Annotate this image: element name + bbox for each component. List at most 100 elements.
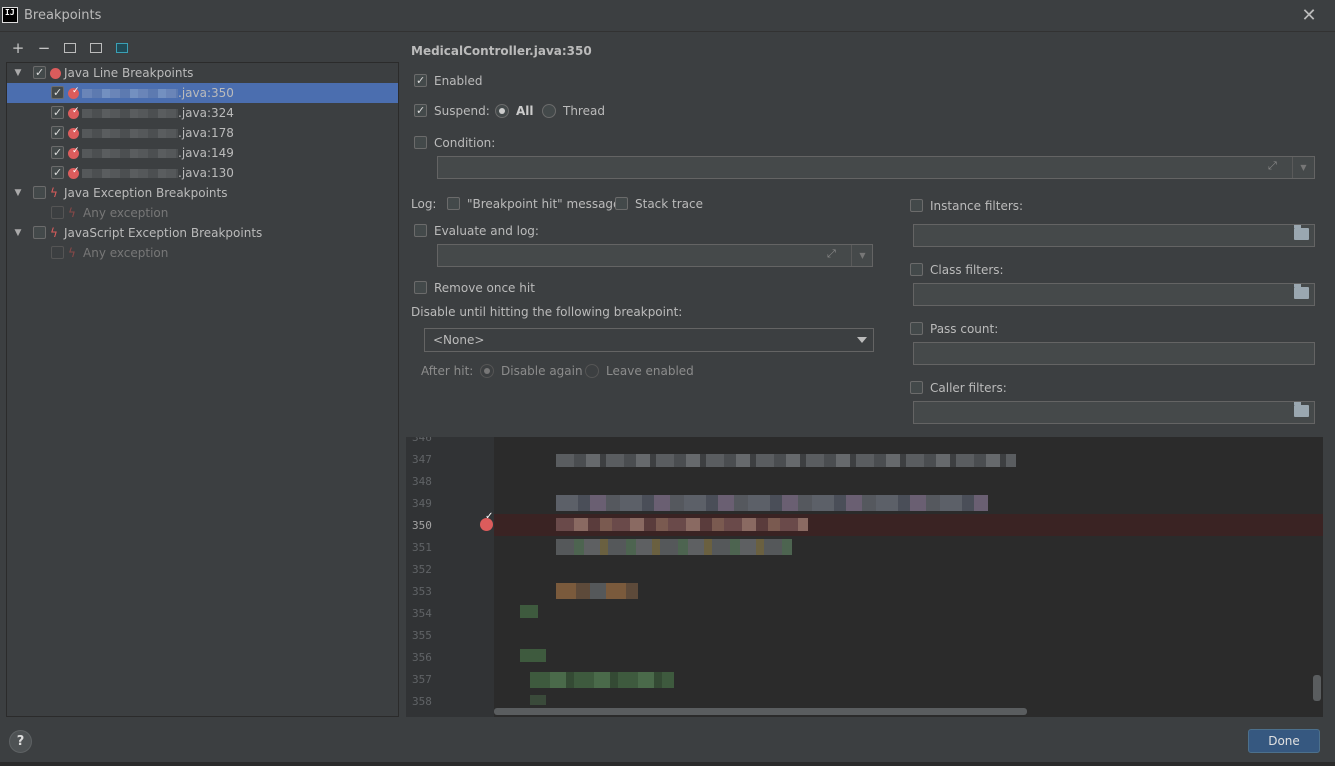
line-number: 353 (412, 585, 432, 598)
redacted-code-line (556, 495, 988, 511)
breakpoint-verified-icon (68, 141, 80, 161)
vertical-scrollbar[interactable] (1313, 675, 1321, 701)
folder-icon[interactable] (1294, 402, 1309, 417)
redacted-code-line (520, 605, 538, 618)
line-number-current: 350 (412, 519, 432, 532)
suspend-checkbox[interactable] (414, 101, 427, 121)
remove-once-hit-checkbox[interactable] (414, 281, 427, 294)
enabled-label: Enabled (434, 74, 483, 88)
expand-editor-icon[interactable]: ⤢ (827, 247, 836, 261)
gutter-breakpoint-icon[interactable] (480, 511, 493, 531)
evaluate-log-checkbox[interactable] (414, 224, 427, 237)
expand-arrow-icon[interactable]: ▼ (13, 63, 23, 83)
suspend-thread-radio[interactable] (542, 104, 556, 118)
enabled-check[interactable] (414, 71, 427, 91)
line-number: 355 (412, 629, 432, 642)
evaluate-log-input[interactable] (437, 244, 873, 267)
condition-input[interactable] (437, 156, 1315, 179)
redacted-filename (82, 169, 178, 178)
condition-history-dropdown[interactable]: ▼ (1292, 157, 1314, 178)
tree-item-label: .java:178 (178, 126, 234, 140)
condition-checkbox[interactable] (414, 136, 427, 149)
tree-group-java-exception[interactable]: ▼ ϟ Java Exception Breakpoints (7, 183, 398, 203)
tree-item-breakpoint[interactable]: .java:324 (7, 101, 398, 123)
line-number: 354 (412, 607, 432, 620)
tree-group-label: JavaScript Exception Breakpoints (64, 226, 263, 240)
add-icon[interactable]: + (8, 38, 28, 58)
horizontal-scrollbar[interactable] (494, 708, 1027, 715)
pass-count-input[interactable] (913, 342, 1315, 365)
tree-item-exception[interactable]: ϟ Any exception (7, 243, 398, 263)
disable-again-radio[interactable] (480, 364, 494, 378)
condition-checkbox-row[interactable]: Condition: (414, 133, 534, 153)
evaluate-history-dropdown[interactable]: ▼ (851, 245, 873, 266)
redacted-filename (82, 149, 178, 158)
group-checkbox[interactable] (33, 226, 46, 239)
class-filters-row[interactable]: Class filters: (910, 260, 1070, 280)
window-title: Breakpoints (24, 8, 102, 23)
log-hit-message-checkbox[interactable] (447, 197, 460, 210)
class-filters-checkbox[interactable] (910, 263, 923, 276)
folder-icon[interactable] (1294, 284, 1309, 299)
disable-until-text: Disable until hitting the following brea… (411, 305, 683, 319)
group-checkbox[interactable] (33, 186, 46, 199)
enabled-checkbox[interactable]: Enabled (414, 71, 534, 91)
breakpoint-checkbox[interactable] (51, 83, 64, 103)
tree-item-breakpoint[interactable]: .java:149 (7, 141, 398, 163)
breakpoint-checkbox[interactable] (51, 143, 64, 163)
class-filters-input[interactable] (913, 283, 1315, 306)
breakpoint-verified-icon (68, 161, 80, 181)
group-by-package-icon[interactable] (60, 38, 80, 58)
suspend-row: Suspend: All Thread (414, 101, 614, 121)
folder-icon[interactable] (1294, 225, 1309, 240)
group-by-class-icon[interactable] (112, 38, 132, 58)
instance-filters-label: Instance filters: (930, 199, 1024, 213)
tree-item-label: .java:350 (178, 86, 234, 100)
pass-count-checkbox[interactable] (910, 322, 923, 335)
help-button[interactable]: ? (9, 730, 32, 753)
log-label: Log: (411, 197, 437, 211)
breakpoint-checkbox[interactable] (51, 103, 64, 123)
caller-filters-input[interactable] (913, 401, 1315, 424)
tree-group-javascript-exception[interactable]: ▼ ϟ JavaScript Exception Breakpoints (7, 223, 398, 243)
redacted-filename (82, 129, 178, 138)
remove-once-hit-row[interactable]: Remove once hit (414, 278, 574, 298)
group-by-file-icon[interactable] (86, 38, 106, 58)
instance-filters-row[interactable]: Instance filters: (910, 196, 1070, 216)
expand-arrow-icon[interactable]: ▼ (13, 223, 23, 243)
remove-icon[interactable]: − (34, 38, 54, 58)
redacted-code-line (556, 583, 638, 599)
tree-group-java-line[interactable]: ▼ Java Line Breakpoints (7, 63, 398, 83)
tree-item-breakpoint[interactable]: .java:350 (7, 81, 398, 103)
evaluate-log-row[interactable]: Evaluate and log: (414, 221, 574, 241)
line-number: 346 (412, 437, 432, 444)
exception-checkbox[interactable] (51, 246, 64, 259)
caller-filters-row[interactable]: Caller filters: (910, 378, 1070, 398)
tree-group-label: Java Line Breakpoints (64, 66, 194, 80)
breakpoint-verified-icon (68, 81, 80, 101)
log-stack-trace-checkbox[interactable] (615, 197, 628, 210)
caller-filters-checkbox[interactable] (910, 381, 923, 394)
caller-filters-label: Caller filters: (930, 381, 1007, 395)
tree-item-exception[interactable]: ϟ Any exception (7, 203, 398, 223)
pass-count-row[interactable]: Pass count: (910, 319, 1070, 339)
done-button[interactable]: Done (1248, 729, 1320, 753)
instance-filters-checkbox[interactable] (910, 199, 923, 212)
exception-checkbox[interactable] (51, 206, 64, 219)
leave-enabled-radio[interactable] (585, 364, 599, 378)
suspend-all-radio[interactable] (495, 104, 509, 118)
breakpoint-checkbox[interactable] (51, 163, 64, 183)
breakpoint-checkbox[interactable] (51, 123, 64, 143)
expand-editor-icon[interactable]: ⤢ (1268, 159, 1277, 173)
tree-item-breakpoint[interactable]: .java:130 (7, 161, 398, 183)
expand-arrow-icon[interactable]: ▼ (13, 183, 23, 203)
close-icon[interactable]: ✕ (1299, 6, 1319, 26)
exception-bolt-icon: ϟ (68, 206, 76, 220)
condition-label: Condition: (434, 136, 496, 150)
disable-until-select[interactable]: <None> (424, 328, 874, 352)
line-number: 349 (412, 497, 432, 510)
tree-item-label: .java:130 (178, 166, 234, 180)
group-checkbox[interactable] (33, 63, 46, 83)
tree-item-breakpoint[interactable]: .java:178 (7, 121, 398, 143)
instance-filters-input[interactable] (913, 224, 1315, 247)
